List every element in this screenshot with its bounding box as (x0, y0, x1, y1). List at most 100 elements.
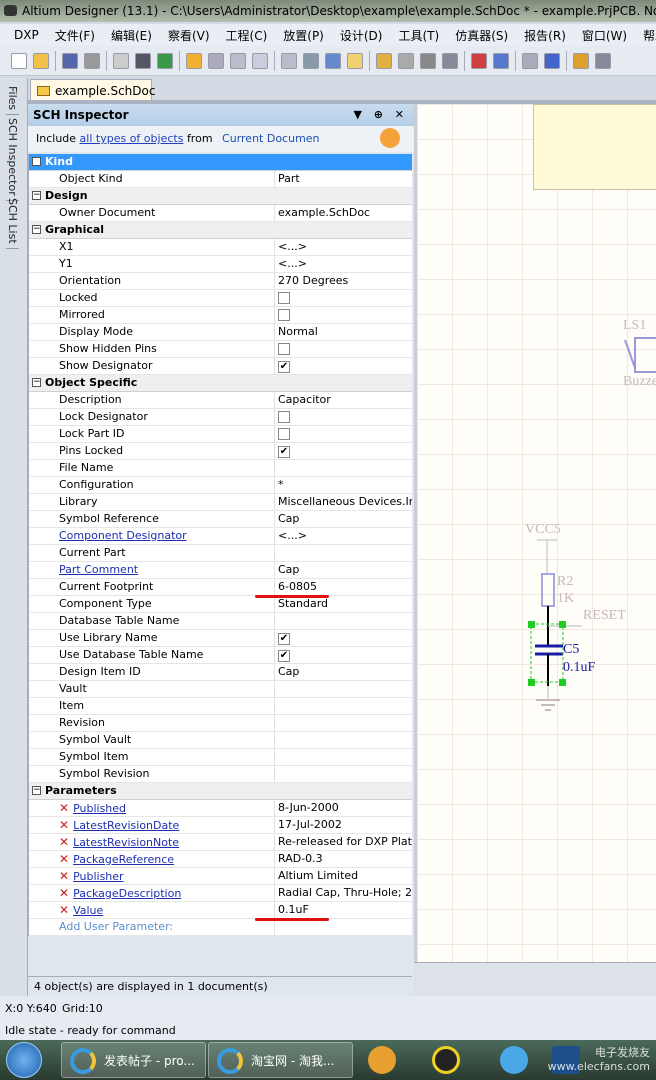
property-value[interactable]: Standard (275, 596, 412, 612)
checkbox-unchecked[interactable] (278, 411, 290, 423)
menu-project[interactable]: 工程(C) (226, 27, 268, 44)
collapse-icon[interactable]: − (32, 786, 41, 795)
property-value[interactable] (275, 715, 412, 731)
toolbar-button-icon[interactable] (420, 52, 436, 69)
property-row-show-hidden-pins[interactable]: Show Hidden Pins (29, 341, 412, 358)
delete-parameter-icon[interactable]: ✕ (59, 818, 69, 832)
toolbar-button-icon[interactable] (252, 52, 268, 69)
property-row-mirrored[interactable]: Mirrored (29, 307, 412, 324)
toolbar-button-icon[interactable] (303, 52, 319, 69)
property-value[interactable]: Capacitor (275, 392, 412, 408)
property-name-text[interactable]: Published (73, 802, 126, 815)
property-value[interactable] (275, 307, 412, 323)
toolbar-button-icon[interactable] (208, 52, 224, 69)
property-name-text[interactable]: LatestRevisionDate (73, 819, 179, 832)
property-value[interactable]: Miscellaneous Devices.IntLib (275, 494, 412, 510)
horizontal-scrollbar[interactable] (414, 962, 656, 996)
c5-value[interactable]: 0.1uF (563, 660, 595, 676)
tab-sch-inspector[interactable]: SCH Inspector (6, 114, 19, 201)
checkbox-checked[interactable]: ✔ (278, 361, 290, 373)
property-row-published[interactable]: ✕ Published 8-Jun-2000 (29, 800, 412, 817)
buzzer-comment[interactable]: Buzzer (623, 374, 656, 390)
property-value[interactable]: RAD-0.3 (275, 851, 412, 867)
toolbar-button-icon[interactable] (33, 52, 49, 69)
property-value[interactable] (275, 460, 412, 476)
property-row-symbol-revision[interactable]: Symbol Revision (29, 766, 412, 783)
qq-icon[interactable] (432, 1046, 460, 1074)
property-row-part-comment[interactable]: Part Comment Cap (29, 562, 412, 579)
property-row-locked[interactable]: Locked (29, 290, 412, 307)
property-row-pins-locked[interactable]: Pins Locked ✔ (29, 443, 412, 460)
toolbar-button-icon[interactable] (113, 52, 129, 69)
property-value[interactable]: ✔ (275, 630, 412, 646)
property-row-symbol-item[interactable]: Symbol Item (29, 749, 412, 766)
toolbar-button-icon[interactable] (442, 52, 458, 69)
menu-help[interactable]: 帮助(H) (643, 27, 656, 44)
property-value[interactable] (275, 749, 412, 765)
property-row-component-type[interactable]: Component Type Standard (29, 596, 412, 613)
toolbar-button-icon[interactable] (281, 52, 297, 69)
scope-selector[interactable]: Current Documen (222, 132, 320, 145)
property-row-y1[interactable]: Y1 <...> (29, 256, 412, 273)
r2-value[interactable]: 1K (557, 591, 574, 607)
menu-simulator[interactable]: 仿真器(S) (455, 27, 508, 44)
toolbar-button-icon[interactable] (398, 52, 414, 69)
property-row-packagereference[interactable]: ✕ PackageReference RAD-0.3 (29, 851, 412, 868)
property-row-publisher[interactable]: ✕ Publisher Altium Limited (29, 868, 412, 885)
delete-parameter-icon[interactable]: ✕ (59, 886, 69, 900)
property-value[interactable] (275, 409, 412, 425)
property-value[interactable] (275, 613, 412, 629)
delete-parameter-icon[interactable]: ✕ (59, 801, 69, 815)
toolbar-button-icon[interactable] (471, 52, 487, 69)
property-row-show-designator[interactable]: Show Designator ✔ (29, 358, 412, 375)
taskbar-item-ie-taobao[interactable]: 淘宝网 - 淘我... (208, 1042, 353, 1078)
property-row-use-database-table-name[interactable]: Use Database Table Name ✔ (29, 647, 412, 664)
property-value[interactable]: Altium Limited (275, 868, 412, 884)
toolbar-button-icon[interactable] (325, 52, 341, 69)
property-value[interactable]: ✔ (275, 647, 412, 663)
toolbar-button-icon[interactable] (522, 52, 538, 69)
property-row-latestrevisionnote[interactable]: ✕ LatestRevisionNote Re-released for DXP P… (29, 834, 412, 851)
add-user-parameter-link[interactable]: Add User Parameter: (29, 919, 275, 935)
property-row-object-kind[interactable]: Object Kind Part (29, 171, 412, 188)
collapse-icon[interactable]: − (32, 157, 41, 166)
property-value[interactable] (275, 681, 412, 697)
vcc5-port[interactable]: VCC5 (525, 522, 561, 538)
toolbar-button-icon[interactable] (84, 52, 100, 69)
toolbar-button-icon[interactable] (573, 52, 589, 69)
property-value[interactable]: * (275, 477, 412, 493)
toolbar-button-icon[interactable] (11, 52, 27, 69)
property-row-vault[interactable]: Vault (29, 681, 412, 698)
r2-designator[interactable]: R2 (557, 574, 573, 590)
section-header-object-specific[interactable]: − Object Specific (29, 375, 412, 392)
add-user-parameter-row[interactable]: Add User Parameter: (29, 919, 412, 936)
property-value[interactable]: <...> (275, 528, 412, 544)
delete-parameter-icon[interactable]: ✕ (59, 835, 69, 849)
document-tab[interactable]: example.SchDoc * (30, 79, 155, 120)
delete-parameter-icon[interactable]: ✕ (59, 869, 69, 883)
property-row-design-item-id[interactable]: Design Item ID Cap (29, 664, 412, 681)
menu-edit[interactable]: 编辑(E) (111, 27, 152, 44)
property-value[interactable]: <...> (275, 256, 412, 272)
property-name-text[interactable]: Component Designator (59, 529, 187, 542)
menu-reports[interactable]: 报告(R) (524, 27, 566, 44)
property-value[interactable]: <...> (275, 239, 412, 255)
property-row-database-table-name[interactable]: Database Table Name (29, 613, 412, 630)
panel-controls[interactable]: ▼ ⊕ ✕ (353, 104, 408, 126)
section-header-parameters[interactable]: − Parameters (29, 783, 412, 800)
checkbox-unchecked[interactable] (278, 343, 290, 355)
checkbox-checked[interactable]: ✔ (278, 633, 290, 645)
property-row-symbol-reference[interactable]: Symbol Reference Cap (29, 511, 412, 528)
delete-parameter-icon[interactable]: ✕ (59, 852, 69, 866)
property-row-component-designator[interactable]: Component Designator <...> (29, 528, 412, 545)
property-row-lock-designator[interactable]: Lock Designator (29, 409, 412, 426)
property-name-text[interactable]: PackageDescription (73, 887, 181, 900)
tab-sch-list[interactable]: SCH List (6, 194, 19, 249)
taskbar-item-ie-post[interactable]: 发表帖子 - pro... (61, 1042, 206, 1078)
menu-place[interactable]: 放置(P) (283, 27, 324, 44)
property-value[interactable]: Cap (275, 511, 412, 527)
object-types-link[interactable]: all types of objects (80, 132, 184, 145)
checkbox-unchecked[interactable] (278, 292, 290, 304)
toolbar-button-icon[interactable] (544, 52, 560, 69)
toolbar-button-icon[interactable] (157, 52, 173, 69)
